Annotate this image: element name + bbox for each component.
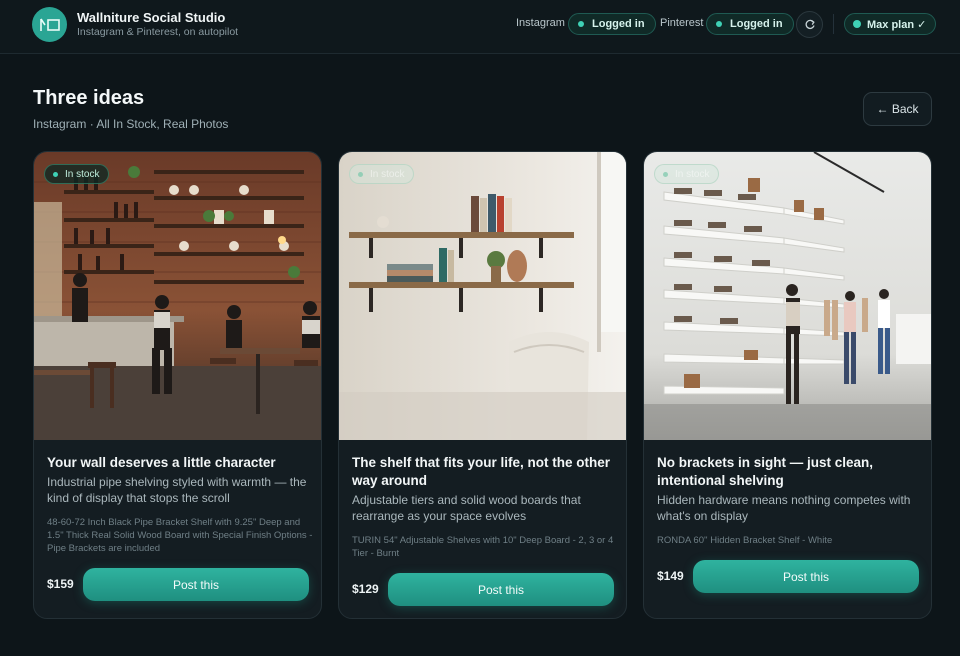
app-logo	[32, 7, 67, 42]
status-dot-icon	[578, 21, 584, 27]
card-title: The shelf that fits your life, not the o…	[352, 455, 611, 488]
app-subtitle: Instagram & Pinterest, on autopilot	[77, 26, 239, 38]
plan-status-icon	[853, 20, 861, 28]
product-photo: In stock	[34, 152, 321, 440]
pinterest-status-pill[interactable]: Logged in	[706, 13, 794, 35]
stock-dot-icon	[53, 171, 58, 177]
in-stock-badge: In stock	[44, 164, 110, 184]
post-button[interactable]: Post this	[83, 568, 309, 601]
refresh-button[interactable]	[796, 11, 823, 38]
back-button[interactable]: ← Back	[863, 92, 932, 126]
plan-badge[interactable]: Max plan ✓	[844, 13, 937, 35]
post-button[interactable]: Post this	[388, 573, 614, 606]
in-stock-badge: In stock	[654, 164, 720, 184]
instagram-status-pill[interactable]: Logged in	[568, 13, 656, 35]
pinterest-label: Pinterest	[660, 17, 704, 29]
in-stock-label: In stock	[675, 168, 710, 180]
card-title: Your wall deserves a little character	[47, 455, 276, 470]
product-photo: In stock	[339, 152, 626, 440]
pinterest-status-text: Logged in	[730, 18, 783, 30]
idea-card: In stock Your wall deserves a little cha…	[33, 151, 322, 619]
price: $149	[657, 569, 684, 583]
in-stock-label: In stock	[370, 168, 405, 180]
instagram-status-text: Logged in	[592, 18, 645, 30]
in-stock-label: In stock	[65, 168, 100, 180]
stock-dot-icon	[358, 171, 363, 177]
header-divider	[833, 14, 834, 34]
price: $159	[47, 577, 74, 591]
product-name: RONDA 60'' Hidden Bracket Shelf - White	[657, 535, 833, 546]
product-name: TURIN 54" Adjustable Shelves with 10" De…	[352, 535, 614, 559]
card-description: Adjustable tiers and solid wood boards t…	[352, 493, 581, 523]
plan-label: Max plan ✓	[867, 18, 927, 31]
idea-card: In stock The shelf that fits your life, …	[338, 151, 627, 619]
page-title: Three ideas	[33, 87, 145, 109]
top-bar: Wallniture Social Studio Instagram & Pin…	[0, 0, 960, 54]
refresh-icon	[805, 19, 815, 29]
status-dot-icon	[716, 21, 722, 27]
post-button[interactable]: Post this	[693, 560, 919, 593]
card-title: No brackets in sight — just clean, inten…	[657, 455, 874, 488]
product-name: 48-60-72 Inch Black Pipe Bracket Shelf w…	[47, 517, 313, 554]
app-title: Wallniture Social Studio	[77, 10, 226, 25]
product-photo: In stock	[644, 152, 931, 440]
instagram-label: Instagram	[516, 17, 565, 29]
shelf-logo-icon	[39, 18, 60, 31]
stock-dot-icon	[663, 171, 668, 177]
page-subtitle: Instagram · All In Stock, Real Photos	[33, 117, 229, 131]
card-description: Hidden hardware means nothing competes w…	[657, 493, 911, 523]
card-description: Industrial pipe shelving styled with war…	[47, 475, 307, 505]
in-stock-badge: In stock	[349, 164, 415, 184]
price: $129	[352, 582, 379, 596]
idea-card: In stock No brackets in sight — just cle…	[643, 151, 932, 619]
